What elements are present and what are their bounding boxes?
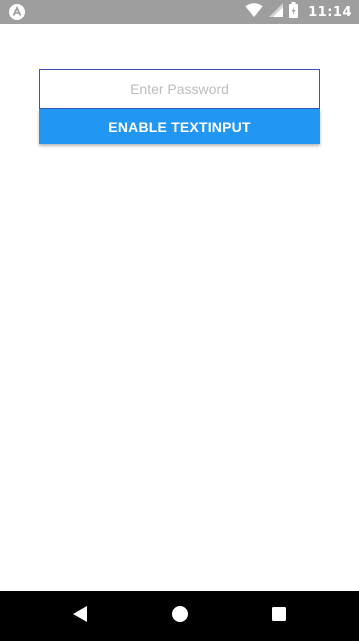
navigation-bar [0,591,359,641]
app-notification-icon [8,3,26,21]
cell-signal-icon [269,2,284,22]
enable-textinput-button[interactable]: ENABLE TEXTINPUT [39,109,320,144]
app-screen: 11:14 ENABLE TEXTINPUT [0,0,359,641]
home-icon [171,605,189,628]
status-icons: 11:14 [245,0,352,24]
back-button[interactable] [50,591,110,641]
battery-icon [289,1,299,23]
main-content: ENABLE TEXTINPUT [0,24,359,591]
status-bar: 11:14 [0,0,359,24]
status-time: 11:14 [308,4,352,20]
recents-icon [271,606,287,627]
home-button[interactable] [150,591,210,641]
back-icon [72,605,88,628]
password-input[interactable] [39,69,320,109]
recents-button[interactable] [249,591,309,641]
wifi-icon [245,2,263,22]
